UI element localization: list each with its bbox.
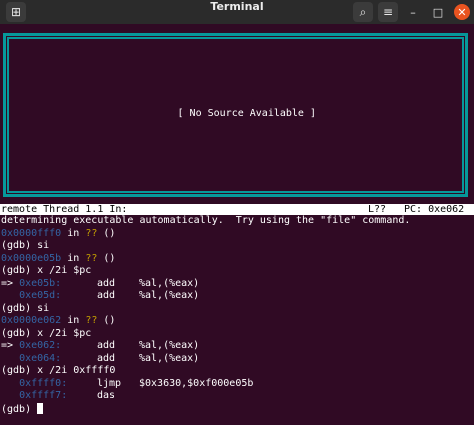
address: 0xffff0: (19, 377, 68, 389)
address: 0xe05b: (19, 277, 62, 289)
terminal-line: determining executable automatically. Tr… (1, 215, 473, 228)
terminal-line: 0xffff7: das (1, 390, 473, 403)
output-text: in (61, 227, 86, 239)
unknown-function: ?? (85, 315, 98, 326)
address: 0xe062: (19, 340, 62, 351)
output-text: determining executable automatically. Tr… (1, 215, 411, 226)
current-instruction-arrow: => (1, 340, 20, 351)
opcode: add (97, 340, 116, 351)
output-text: () (97, 227, 116, 239)
address: 0xffff7: (19, 390, 68, 401)
current-instruction-arrow: => (1, 277, 20, 289)
terminal-prompt-line[interactable]: (gdb) (1, 402, 473, 416)
source-panel: [ No Source Available ] (0, 24, 474, 204)
terminal-line: 0xe05d: add %al,(%eax) (1, 290, 473, 303)
operands: %al,(%eax) (139, 277, 200, 289)
terminal-line: 0xe064: add %al,(%eax) (1, 353, 473, 366)
unknown-function: ?? (85, 227, 98, 239)
terminal-output[interactable]: determining executable automatically. Tr… (1, 215, 473, 415)
gdb-command: (gdb) si (1, 240, 50, 251)
new-tab-icon[interactable]: ⊞ (6, 2, 26, 22)
opcode: das (97, 390, 116, 401)
gdb-command: (gdb) si (1, 302, 50, 314)
no-source-message: [ No Source Available ] (177, 108, 316, 119)
unknown-function: ?? (85, 252, 98, 264)
operands: %al,(%eax) (139, 340, 200, 351)
terminal-line: (gdb) si (1, 303, 473, 316)
minimize-icon[interactable]: – (405, 4, 421, 20)
address: 0x0000e062 (1, 315, 62, 326)
output-text: () (97, 252, 116, 264)
status-bar: remote Thread 1.1 In: L?? PC: 0xe062 (0, 204, 474, 215)
terminal-line: 0xffff0: ljmp $0x3630,$0xf000e05b (1, 378, 473, 391)
terminal-line: (gdb) si (1, 240, 473, 253)
gdb-prompt: (gdb) (1, 403, 38, 415)
output-text: () (97, 315, 116, 326)
terminal-line: 0x0000fff0 in ?? () (1, 228, 473, 241)
status-line: L?? (368, 204, 387, 215)
terminal-line: (gdb) x /2i $pc (1, 265, 473, 278)
status-thread: remote Thread 1.1 In: (1, 204, 128, 215)
opcode: add (97, 277, 116, 289)
address: 0x0000fff0 (1, 227, 62, 239)
terminal-line: 0x0000e062 in ?? () (1, 315, 473, 328)
terminal-line: => 0xe062: add %al,(%eax) (1, 340, 473, 353)
operands: %al,(%eax) (139, 290, 200, 301)
address: 0xe064: (19, 352, 62, 364)
output-text: in (61, 315, 86, 326)
search-icon[interactable]: ⌕ (353, 2, 373, 22)
address: 0x0000e05b (1, 252, 62, 264)
gdb-command: (gdb) x /2i $pc (1, 265, 92, 276)
window-titlebar: ⊞ Terminal ⌕ ≡ – □ ✕ (0, 0, 474, 24)
output-text: in (61, 252, 86, 264)
opcode: add (97, 352, 116, 364)
terminal-line: 0x0000e05b in ?? () (1, 253, 473, 266)
operands: %al,(%eax) (139, 352, 200, 364)
terminal-line: => 0xe05b: add %al,(%eax) (1, 278, 473, 291)
opcode: ljmp (97, 377, 122, 389)
opcode: add (97, 290, 116, 301)
address: 0xe05d: (19, 290, 62, 301)
menu-icon[interactable]: ≡ (378, 2, 398, 22)
status-pc: PC: 0xe062 (404, 204, 465, 215)
gdb-command: (gdb) x /2i $pc (1, 327, 92, 339)
close-icon[interactable]: ✕ (454, 4, 470, 20)
gdb-command: (gdb) x /2i 0xffff0 (1, 365, 116, 376)
terminal-line: (gdb) x /2i $pc (1, 328, 473, 341)
window-title: Terminal (210, 0, 264, 13)
terminal-line: (gdb) x /2i 0xffff0 (1, 365, 473, 378)
operands: $0x3630,$0xf000e05b (139, 377, 254, 389)
maximize-icon[interactable]: □ (430, 4, 446, 20)
text-cursor (37, 402, 44, 414)
